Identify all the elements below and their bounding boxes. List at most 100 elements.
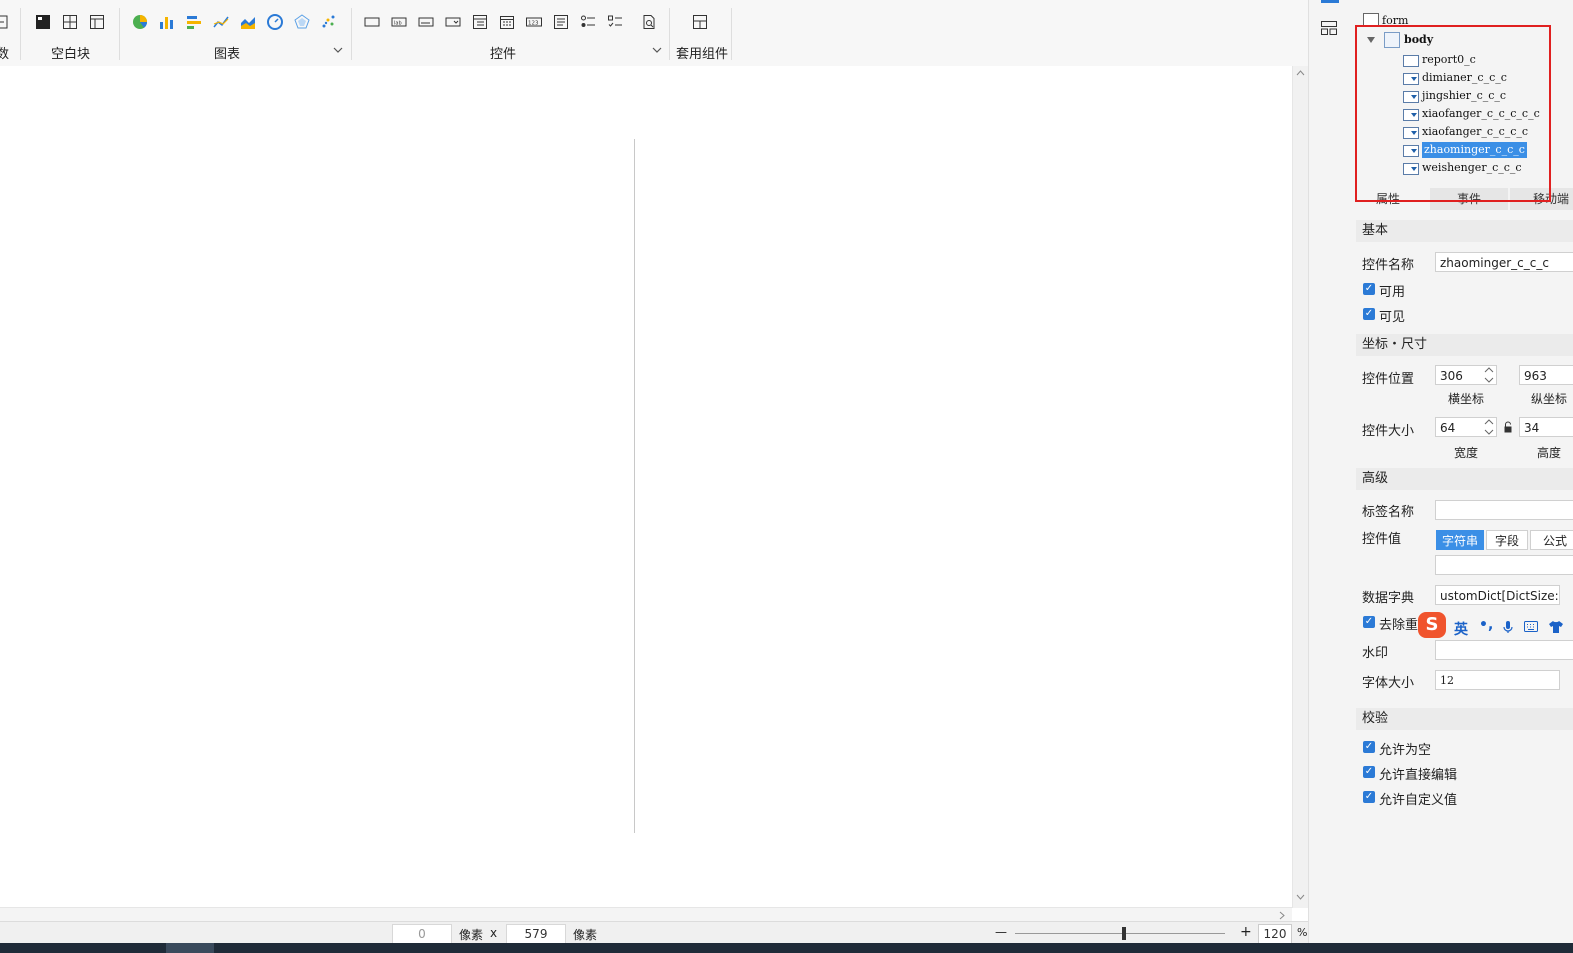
gauge-chart-icon[interactable] (267, 14, 283, 30)
horizontal-bar-icon[interactable] (186, 14, 202, 30)
group-label-chart: 图表 (214, 47, 241, 62)
watermark-input[interactable] (1435, 640, 1573, 660)
vertical-scrollbar[interactable] (1292, 66, 1308, 908)
layout-panel-icon[interactable] (1320, 20, 1338, 36)
sogou-logo-icon[interactable]: S (1418, 612, 1446, 638)
zoom-unit: % (1297, 926, 1308, 939)
active-tool-indicator (1321, 0, 1339, 3)
search-widget-icon[interactable] (641, 14, 657, 30)
height-input[interactable]: 34 (1519, 417, 1573, 437)
toolbar-divider (669, 8, 670, 60)
microphone-icon[interactable] (1503, 620, 1513, 634)
dedupe-checkbox[interactable]: ✓ (1363, 616, 1375, 628)
textarea-widget-icon[interactable] (553, 14, 569, 30)
param-icon[interactable] (0, 14, 10, 30)
visible-checkbox[interactable]: ✓ (1363, 308, 1375, 320)
zoom-slider-track[interactable] (1015, 933, 1225, 934)
ime-punctuation-toggle[interactable]: •, (1479, 617, 1493, 633)
line-chart-icon[interactable] (213, 14, 229, 30)
tag-name-input[interactable] (1435, 500, 1573, 520)
widget-value-label: 控件值 (1362, 532, 1402, 547)
svg-text:lab: lab (394, 21, 402, 27)
button-widget-icon[interactable] (364, 14, 380, 30)
tab-block-icon[interactable] (89, 14, 105, 30)
keyboard-icon[interactable] (1524, 621, 1538, 632)
chevron-down-icon[interactable] (333, 45, 343, 55)
chevron-down-icon[interactable] (652, 45, 662, 55)
radio-group-icon[interactable] (580, 14, 596, 30)
design-canvas[interactable] (0, 66, 1338, 908)
y-coordinate-caption: 纵坐标 (1531, 392, 1568, 406)
watermark-label: 水印 (1362, 646, 1389, 661)
bar-chart-icon[interactable] (159, 14, 175, 30)
scroll-down-icon[interactable] (1296, 894, 1305, 900)
value-mode-formula[interactable]: 公式 (1530, 530, 1573, 550)
data-dictionary-input[interactable]: ustomDict[DictSize:2] (1435, 585, 1560, 605)
allow-custom-checkbox[interactable]: ✓ (1363, 791, 1375, 803)
section-advanced[interactable]: 高级 (1356, 468, 1573, 490)
template-component-icon[interactable] (692, 14, 708, 30)
width-caption: 宽度 (1454, 446, 1479, 460)
stepper-icon[interactable] (1483, 365, 1495, 385)
height-caption: 高度 (1537, 446, 1562, 460)
dedupe-label: 去除重 (1379, 618, 1419, 633)
scroll-right-icon[interactable] (1279, 911, 1285, 920)
dropdown-widget-icon[interactable] (445, 14, 461, 30)
ime-language-toggle[interactable]: 英 (1454, 619, 1468, 639)
canvas-guide-line (634, 139, 635, 833)
zoom-input[interactable]: 120 (1258, 924, 1292, 944)
zoom-slider-thumb[interactable] (1122, 927, 1126, 940)
zoom-out-button[interactable]: — (995, 925, 1007, 939)
zoom-in-button[interactable]: + (1240, 924, 1252, 940)
date-widget-icon[interactable] (499, 14, 515, 30)
properties-panel: form body report0_c dimianer_c_c_c jings… (1348, 0, 1573, 943)
enabled-checkbox[interactable]: ✓ (1363, 283, 1375, 295)
font-size-input[interactable]: 12 (1435, 670, 1560, 690)
ime-toolbar: S 英 •, (1418, 612, 1573, 642)
y-coordinate-input[interactable]: 963 (1519, 365, 1573, 385)
checkbox-group-icon[interactable] (607, 14, 623, 30)
group-label-params: 数 (0, 47, 10, 62)
unit-label: 像素 (573, 928, 598, 942)
area-chart-icon[interactable] (240, 14, 256, 30)
allow-direct-edit-label: 允许直接编辑 (1379, 768, 1458, 783)
position-label: 控件位置 (1362, 372, 1415, 387)
layout-block-icon[interactable] (62, 14, 78, 30)
text-widget-icon[interactable] (418, 14, 434, 30)
tree-dropdown-icon[interactable] (472, 14, 488, 30)
value-mode-string[interactable]: 字符串 (1436, 530, 1484, 550)
position-y-input[interactable]: 0 (392, 924, 452, 944)
x-coordinate-caption: 横坐标 (1448, 392, 1485, 406)
svg-text:123: 123 (528, 21, 539, 27)
allow-empty-checkbox[interactable]: ✓ (1363, 741, 1375, 753)
position-x-input[interactable]: 579 (506, 924, 566, 944)
allow-custom-label: 允许自定义值 (1379, 793, 1458, 808)
widget-value-input[interactable] (1435, 555, 1573, 575)
os-taskbar (0, 943, 1573, 953)
section-validation[interactable]: 校验 (1356, 708, 1573, 730)
taskbar-active-item[interactable] (166, 943, 214, 953)
toolbar-divider (119, 8, 120, 60)
group-label-templates: 套用组件 (676, 47, 729, 62)
radar-chart-icon[interactable] (294, 14, 310, 30)
widget-name-input[interactable]: zhaominger_c_c_c (1435, 252, 1573, 272)
label-widget-icon[interactable]: lab (391, 14, 407, 30)
skin-shirt-icon[interactable] (1548, 620, 1564, 634)
value-mode-field[interactable]: 字段 (1486, 530, 1528, 550)
scroll-up-icon[interactable] (1296, 70, 1305, 76)
group-label-blank-block: 空白块 (51, 47, 91, 62)
stepper-icon[interactable] (1483, 417, 1495, 437)
side-tool-strip (1308, 0, 1349, 943)
size-label: 控件大小 (1362, 424, 1415, 439)
horizontal-scrollbar[interactable] (0, 907, 1292, 922)
highlight-box (1355, 25, 1551, 202)
pie-chart-icon[interactable] (132, 14, 148, 30)
section-basic[interactable]: 基本 (1356, 220, 1573, 242)
lock-icon[interactable] (1503, 421, 1513, 433)
section-coords[interactable]: 坐标・尺寸 (1356, 334, 1573, 356)
number-widget-icon[interactable]: 123 (526, 14, 542, 30)
allow-direct-edit-checkbox[interactable]: ✓ (1363, 766, 1375, 778)
scatter-chart-icon[interactable] (321, 14, 337, 30)
absolute-block-icon[interactable] (35, 14, 51, 30)
data-dictionary-label: 数据字典 (1362, 591, 1415, 606)
